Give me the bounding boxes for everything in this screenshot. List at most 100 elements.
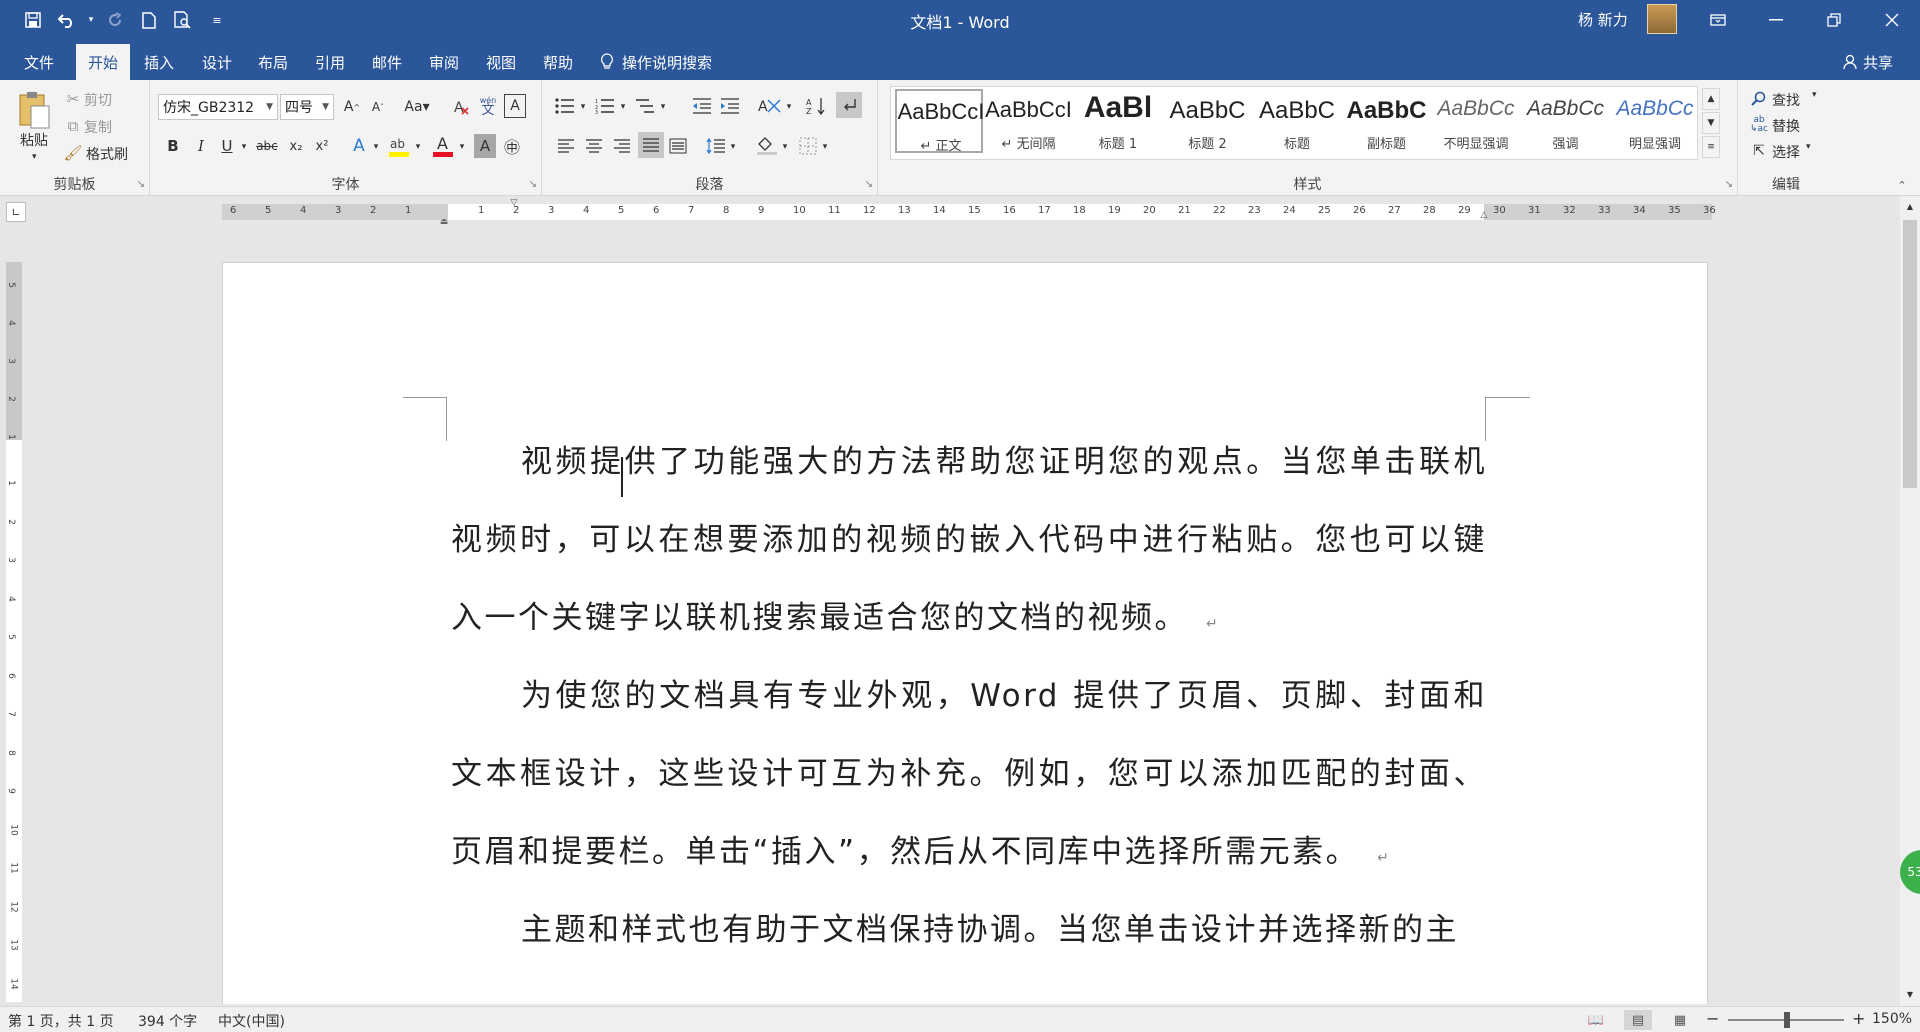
styles-launcher-icon[interactable]: ↘ [1725, 179, 1733, 190]
scroll-down-icon[interactable]: ▼ [1902, 986, 1918, 1002]
style-item[interactable]: AaBbC 副标题 [1343, 89, 1431, 153]
tab-design[interactable]: 设计 [192, 44, 242, 80]
sort-icon[interactable]: AZ [804, 94, 828, 118]
style-item[interactable]: AaBl 标题 1 [1074, 89, 1162, 153]
text-effects-icon[interactable]: A [346, 134, 372, 158]
share-button[interactable]: 共享 [1843, 44, 1893, 80]
paste-dropdown-icon[interactable]: ▾ [32, 152, 37, 162]
print-layout-icon[interactable]: ▤ [1624, 1010, 1652, 1030]
character-border-icon[interactable]: A [504, 94, 526, 118]
paragraph-2[interactable]: 为使您的文档具有专业外观，Word 提供了页眉、页脚、封面和文本框设计，这些设计… [451, 657, 1487, 897]
undo-dropdown-icon[interactable]: ▾ [86, 6, 96, 34]
find-button[interactable]: 查找 [1772, 90, 1800, 110]
font-name-box[interactable]: 仿宋_GB2312 ▼ [158, 94, 278, 120]
copy-button[interactable]: 复制 [84, 117, 112, 137]
cut-button[interactable]: 剪切 [84, 90, 112, 110]
user-name[interactable]: 杨 新力 [1578, 9, 1628, 30]
tell-me-search[interactable]: 操作说明搜索 [600, 44, 712, 80]
customize-qat-icon[interactable]: ≡ [202, 6, 232, 34]
strikethrough-icon[interactable]: abc [254, 134, 280, 158]
subscript-icon[interactable]: x₂ [284, 134, 308, 158]
minimize-icon[interactable] [1750, 0, 1802, 40]
clear-formatting-icon[interactable]: A [450, 94, 474, 120]
underline-icon[interactable]: U [216, 134, 238, 158]
paste-icon[interactable] [14, 88, 54, 132]
line-spacing-icon[interactable] [704, 134, 728, 158]
style-item[interactable]: AaBbCcI ↵ 正文 [895, 89, 984, 154]
highlight-dropdown-icon[interactable]: ▾ [412, 136, 424, 158]
phonetic-guide-icon[interactable]: wén 文 [476, 92, 500, 120]
tab-selector-icon[interactable]: ∟ [6, 202, 26, 222]
chinese-layout-dropdown-icon[interactable]: ▾ [784, 96, 794, 118]
change-case-icon[interactable]: Aa▾ [400, 94, 434, 120]
align-right-icon[interactable] [610, 134, 634, 158]
print-preview-icon[interactable] [168, 6, 198, 34]
text-effects-dropdown-icon[interactable]: ▾ [370, 136, 382, 158]
paragraph-3[interactable]: 主题和样式也有助于文档保持协调。当您单击设计并选择新的主 [451, 891, 1487, 969]
restore-icon[interactable] [1808, 0, 1860, 40]
style-item[interactable]: AaBbCc 强调 [1522, 89, 1610, 153]
tab-view[interactable]: 视图 [476, 44, 526, 80]
bold-icon[interactable]: B [162, 134, 184, 158]
shading-icon[interactable] [754, 134, 780, 158]
undo-icon[interactable] [52, 6, 82, 34]
character-shading-icon[interactable]: A [474, 134, 496, 158]
ribbon-display-options-icon[interactable] [1692, 0, 1744, 40]
scroll-up-icon[interactable]: ▲ [1902, 198, 1918, 214]
style-item[interactable]: AaBbCc 明显强调 [1611, 89, 1699, 153]
word-count[interactable]: 394 个字 [138, 1011, 197, 1031]
find-dropdown-icon[interactable]: ▾ [1812, 90, 1817, 100]
right-indent-marker-icon[interactable]: △ [1478, 210, 1490, 220]
paragraph-1[interactable]: 视频提供了功能强大的方法帮助您证明您的观点。当您单击联机视频时，可以在想要添加的… [451, 423, 1487, 663]
zoom-out-button[interactable]: − [1706, 1009, 1719, 1028]
font-color-dropdown-icon[interactable]: ▾ [456, 136, 468, 158]
collapse-ribbon-icon[interactable]: ⌃ [1892, 176, 1912, 194]
font-size-box[interactable]: 四号 ▼ [280, 94, 334, 120]
multilevel-dropdown-icon[interactable]: ▾ [658, 96, 668, 118]
superscript-icon[interactable]: x² [310, 134, 334, 158]
justify-icon[interactable] [638, 132, 664, 158]
select-button[interactable]: 选择 [1772, 142, 1800, 162]
styles-scroll-down-icon[interactable]: ▼ [1702, 112, 1720, 134]
tab-layout[interactable]: 布局 [248, 44, 298, 80]
bullets-icon[interactable] [552, 94, 578, 118]
show-marks-icon[interactable] [836, 92, 862, 118]
redo-icon[interactable] [100, 6, 130, 34]
new-doc-icon[interactable] [134, 6, 164, 34]
borders-dropdown-icon[interactable]: ▾ [820, 136, 830, 158]
borders-icon[interactable] [796, 134, 820, 158]
italic-icon[interactable]: I [190, 134, 212, 158]
style-item[interactable]: AaBbCc 不明显强调 [1432, 89, 1520, 153]
left-indent-marker-icon[interactable]: ⏏ [438, 216, 450, 228]
numbering-dropdown-icon[interactable]: ▾ [618, 96, 628, 118]
style-item[interactable]: AaBbC 标题 2 [1164, 89, 1252, 153]
font-launcher-icon[interactable]: ↘ [529, 179, 537, 190]
avatar[interactable] [1647, 4, 1677, 34]
shading-dropdown-icon[interactable]: ▾ [780, 136, 790, 158]
paste-button[interactable]: 粘贴 [20, 130, 48, 150]
tab-home[interactable]: 开始 [76, 44, 130, 80]
clipboard-launcher-icon[interactable]: ↘ [137, 179, 145, 190]
shrink-font-icon[interactable]: Aˇ [366, 94, 390, 120]
tab-file[interactable]: 文件 [14, 44, 64, 80]
replace-button[interactable]: 替换 [1772, 116, 1800, 136]
web-layout-icon[interactable]: ▦ [1666, 1010, 1694, 1030]
grow-font-icon[interactable]: A ^ [340, 94, 364, 120]
tab-references[interactable]: 引用 [305, 44, 355, 80]
scroll-thumb[interactable] [1903, 220, 1917, 488]
styles-scroll-up-icon[interactable]: ▲ [1702, 88, 1720, 110]
style-item[interactable]: AaBbC 标题 [1253, 89, 1341, 153]
increase-indent-icon[interactable] [718, 94, 742, 118]
document-page[interactable]: 视频提供了功能强大的方法帮助您证明您的观点。当您单击联机视频时，可以在想要添加的… [222, 262, 1708, 1004]
tab-mailings[interactable]: 邮件 [362, 44, 412, 80]
font-color-icon[interactable]: A [430, 132, 456, 160]
format-painter-button[interactable]: 格式刷 [86, 144, 128, 164]
bullets-dropdown-icon[interactable]: ▾ [578, 96, 588, 118]
first-line-indent-marker-icon[interactable]: ▽ [508, 198, 520, 208]
zoom-level[interactable]: 150% [1872, 1011, 1912, 1027]
close-icon[interactable] [1866, 0, 1918, 40]
tab-insert[interactable]: 插入 [134, 44, 184, 80]
zoom-slider-thumb[interactable] [1784, 1012, 1790, 1028]
paragraph-launcher-icon[interactable]: ↘ [865, 179, 873, 190]
read-mode-icon[interactable]: 📖 [1582, 1010, 1610, 1030]
